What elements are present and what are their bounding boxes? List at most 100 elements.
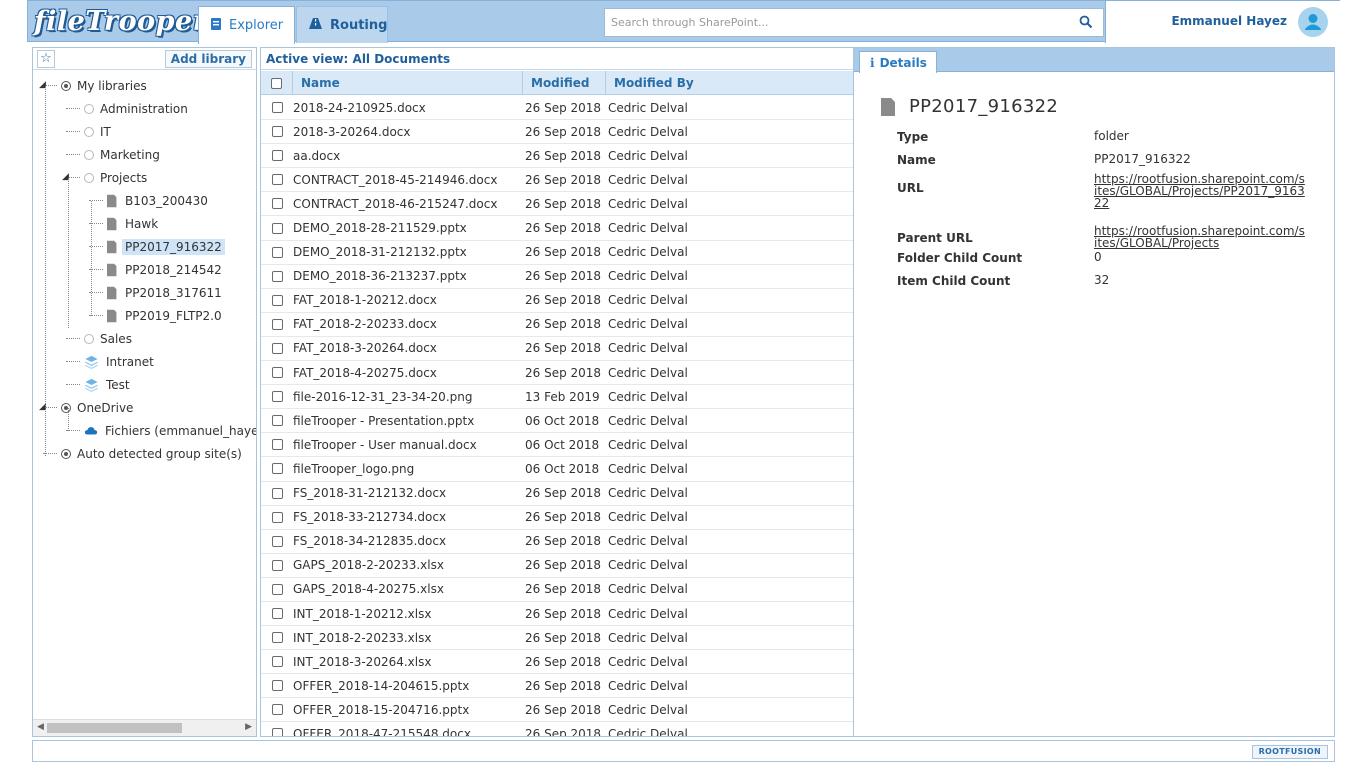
table-row[interactable]: FAT_2018-1-20212.docx 26 Sep 2018 Cedric D… (261, 289, 861, 313)
tab-explorer[interactable]: Explorer (198, 6, 295, 44)
table-row[interactable]: aa.docx 26 Sep 2018 Cedric Delval (261, 144, 861, 169)
row-checkbox[interactable] (271, 318, 283, 330)
file-name[interactable]: fileTrooper_logo.png (293, 462, 523, 476)
file-name[interactable]: GAPS_2018-4-20275.xlsx (293, 582, 523, 596)
scroll-thumb[interactable] (47, 723, 182, 733)
file-name[interactable]: OFFER_2018-15-204716.pptx (293, 703, 523, 717)
file-name[interactable]: OFFER_2018-14-204615.pptx (293, 679, 523, 693)
row-checkbox[interactable] (271, 222, 283, 234)
table-row[interactable]: FAT_2018-2-20233.docx 26 Sep 2018 Cedric D… (261, 313, 861, 337)
user-avatar-icon[interactable] (1298, 7, 1328, 37)
tree-node-it[interactable]: IT (66, 122, 111, 142)
tree-node-pp2017-916322[interactable]: PP2017_916322 (89, 237, 225, 257)
tab-routing[interactable]: Routing (296, 6, 388, 43)
table-row[interactable]: OFFER_2018-15-204716.pptx 26 Sep 2018 Cedr… (261, 698, 861, 723)
app-logo[interactable]: fileTrooper (34, 6, 207, 38)
table-row[interactable]: FAT_2018-3-20264.docx 26 Sep 2018 Cedric D… (261, 337, 861, 362)
table-row[interactable]: CONTRACT_2018-46-215247.docx 26 Sep 2018 C… (261, 192, 861, 217)
row-checkbox[interactable] (271, 632, 283, 644)
column-header-modified-by[interactable]: Modified By (606, 71, 861, 95)
table-row[interactable]: FAT_2018-4-20275.docx 26 Sep 2018 Cedric D… (261, 361, 861, 386)
tree-node-intranet[interactable]: Intranet (66, 352, 154, 372)
table-row[interactable]: OFFER_2018-14-204615.pptx 26 Sep 2018 Cedr… (261, 674, 861, 699)
row-checkbox[interactable] (271, 367, 283, 379)
row-checkbox[interactable] (271, 391, 283, 403)
file-name[interactable]: aa.docx (293, 149, 523, 163)
tree-node-pp2019-fltp2-0[interactable]: PP2019_FLTP2.0 (89, 306, 222, 326)
row-checkbox[interactable] (271, 342, 283, 354)
row-checkbox[interactable] (271, 511, 283, 523)
tree-node-administration[interactable]: Administration (66, 99, 188, 119)
scroll-left-arrow-icon[interactable]: ◀ (37, 722, 44, 732)
tree-node-my-libraries[interactable]: ◢ My libraries (39, 76, 147, 96)
row-checkbox[interactable] (271, 704, 283, 716)
file-name[interactable]: INT_2018-2-20233.xlsx (293, 631, 523, 645)
file-name[interactable]: FAT_2018-2-20233.docx (293, 317, 523, 331)
tree-node-sales[interactable]: Sales (66, 329, 132, 349)
file-name[interactable]: INT_2018-1-20212.xlsx (293, 607, 523, 621)
table-row[interactable]: 2018-24-210925.docx 26 Sep 2018 Cedric Del… (261, 96, 861, 121)
detail-link[interactable]: https://rootfusion.sharepoint.com/sites/… (1094, 172, 1305, 210)
row-checkbox[interactable] (271, 583, 283, 595)
file-name[interactable]: FAT_2018-3-20264.docx (293, 341, 523, 355)
row-checkbox[interactable] (271, 415, 283, 427)
select-all-checkbox[interactable] (271, 77, 282, 89)
file-name[interactable]: file-2016-12-31_23-34-20.png (293, 390, 523, 404)
file-name[interactable]: GAPS_2018-2-20233.xlsx (293, 558, 523, 572)
table-row[interactable]: INT_2018-1-20212.xlsx 26 Sep 2018 Cedric D… (261, 602, 861, 627)
table-row[interactable]: 2018-3-20264.docx 26 Sep 2018 Cedric Delva… (261, 120, 861, 145)
table-row[interactable]: DEMO_2018-36-213237.pptx 26 Sep 2018 Cedri… (261, 265, 861, 289)
table-row[interactable]: INT_2018-3-20264.xlsx 26 Sep 2018 Cedric D… (261, 650, 861, 675)
row-checkbox[interactable] (271, 439, 283, 451)
file-name[interactable]: FS_2018-33-212734.docx (293, 510, 523, 524)
row-checkbox[interactable] (271, 150, 283, 162)
row-checkbox[interactable] (271, 608, 283, 620)
row-checkbox[interactable] (271, 102, 283, 114)
row-checkbox[interactable] (271, 463, 283, 475)
row-checkbox[interactable] (271, 535, 283, 547)
file-name[interactable]: DEMO_2018-36-213237.pptx (293, 269, 523, 283)
user-name[interactable]: Emmanuel Hayez (1171, 14, 1287, 28)
table-row[interactable]: GAPS_2018-4-20275.xlsx 26 Sep 2018 Cedric … (261, 578, 861, 602)
table-row[interactable]: FS_2018-33-212734.docx 26 Sep 2018 Cedric … (261, 506, 861, 530)
file-name[interactable]: 2018-3-20264.docx (293, 125, 523, 139)
file-name[interactable]: FAT_2018-1-20212.docx (293, 293, 523, 307)
row-checkbox[interactable] (271, 487, 283, 499)
column-header-modified[interactable]: Modified (523, 71, 606, 95)
favorites-star-icon[interactable]: ☆ (37, 50, 55, 68)
detail-link[interactable]: https://rootfusion.sharepoint.com/sites/… (1094, 224, 1305, 250)
search-icon[interactable] (1079, 15, 1093, 29)
table-row[interactable]: fileTrooper - Presentation.pptx 06 Oct 20… (261, 409, 861, 434)
tree-node-pp2018-214542[interactable]: PP2018_214542 (89, 260, 222, 280)
table-row[interactable]: DEMO_2018-28-211529.pptx 26 Sep 2018 Cedri… (261, 216, 861, 241)
tree-horizontal-scrollbar[interactable]: ◀ ▶ (33, 719, 256, 736)
file-name[interactable]: CONTRACT_2018-45-214946.docx (293, 173, 523, 187)
tree-node-fichiers-emmanuel-hayez[interactable]: Fichiers (emmanuel_hayez_ (66, 421, 256, 441)
user-menu[interactable]: Emmanuel Hayez (1105, 1, 1341, 43)
table-row[interactable]: GAPS_2018-2-20233.xlsx 26 Sep 2018 Cedric … (261, 554, 861, 578)
file-name[interactable]: FAT_2018-4-20275.docx (293, 366, 523, 380)
row-checkbox[interactable] (271, 559, 283, 571)
active-view-title[interactable]: Active view: All Documents (266, 52, 450, 66)
tree-node-b103-200430[interactable]: B103_200430 (89, 191, 208, 211)
scroll-right-arrow-icon[interactable]: ▶ (245, 722, 252, 732)
file-name[interactable]: DEMO_2018-31-212132.pptx (293, 245, 523, 259)
rootfusion-logo[interactable]: ROOTFUSION (1251, 745, 1328, 759)
file-name[interactable]: FS_2018-31-212132.docx (293, 486, 523, 500)
tab-details[interactable]: i Details (859, 51, 937, 73)
table-row[interactable]: fileTrooper_logo.png 06 Oct 2018 Cedric De… (261, 457, 861, 482)
file-name[interactable]: OFFER_2018-47-215548.docx (293, 727, 523, 736)
tree-node-marketing[interactable]: Marketing (66, 145, 160, 165)
column-header-name[interactable]: Name (293, 71, 523, 95)
file-name[interactable]: 2018-24-210925.docx (293, 101, 523, 115)
tree-node-onedrive[interactable]: ◢ OneDrive (39, 398, 133, 418)
row-checkbox[interactable] (271, 174, 283, 186)
file-name[interactable]: fileTrooper - Presentation.pptx (293, 414, 523, 428)
row-checkbox[interactable] (271, 198, 283, 210)
table-row[interactable]: FS_2018-31-212132.docx 26 Sep 2018 Cedric … (261, 482, 861, 506)
table-row[interactable]: INT_2018-2-20233.xlsx 26 Sep 2018 Cedric D… (261, 626, 861, 651)
table-row[interactable]: DEMO_2018-31-212132.pptx 26 Sep 2018 Cedri… (261, 241, 861, 265)
file-name[interactable]: INT_2018-3-20264.xlsx (293, 655, 523, 669)
row-checkbox[interactable] (271, 680, 283, 692)
table-row[interactable]: OFFER_2018-47-215548.docx 26 Sep 2018 Cedr… (261, 722, 861, 736)
